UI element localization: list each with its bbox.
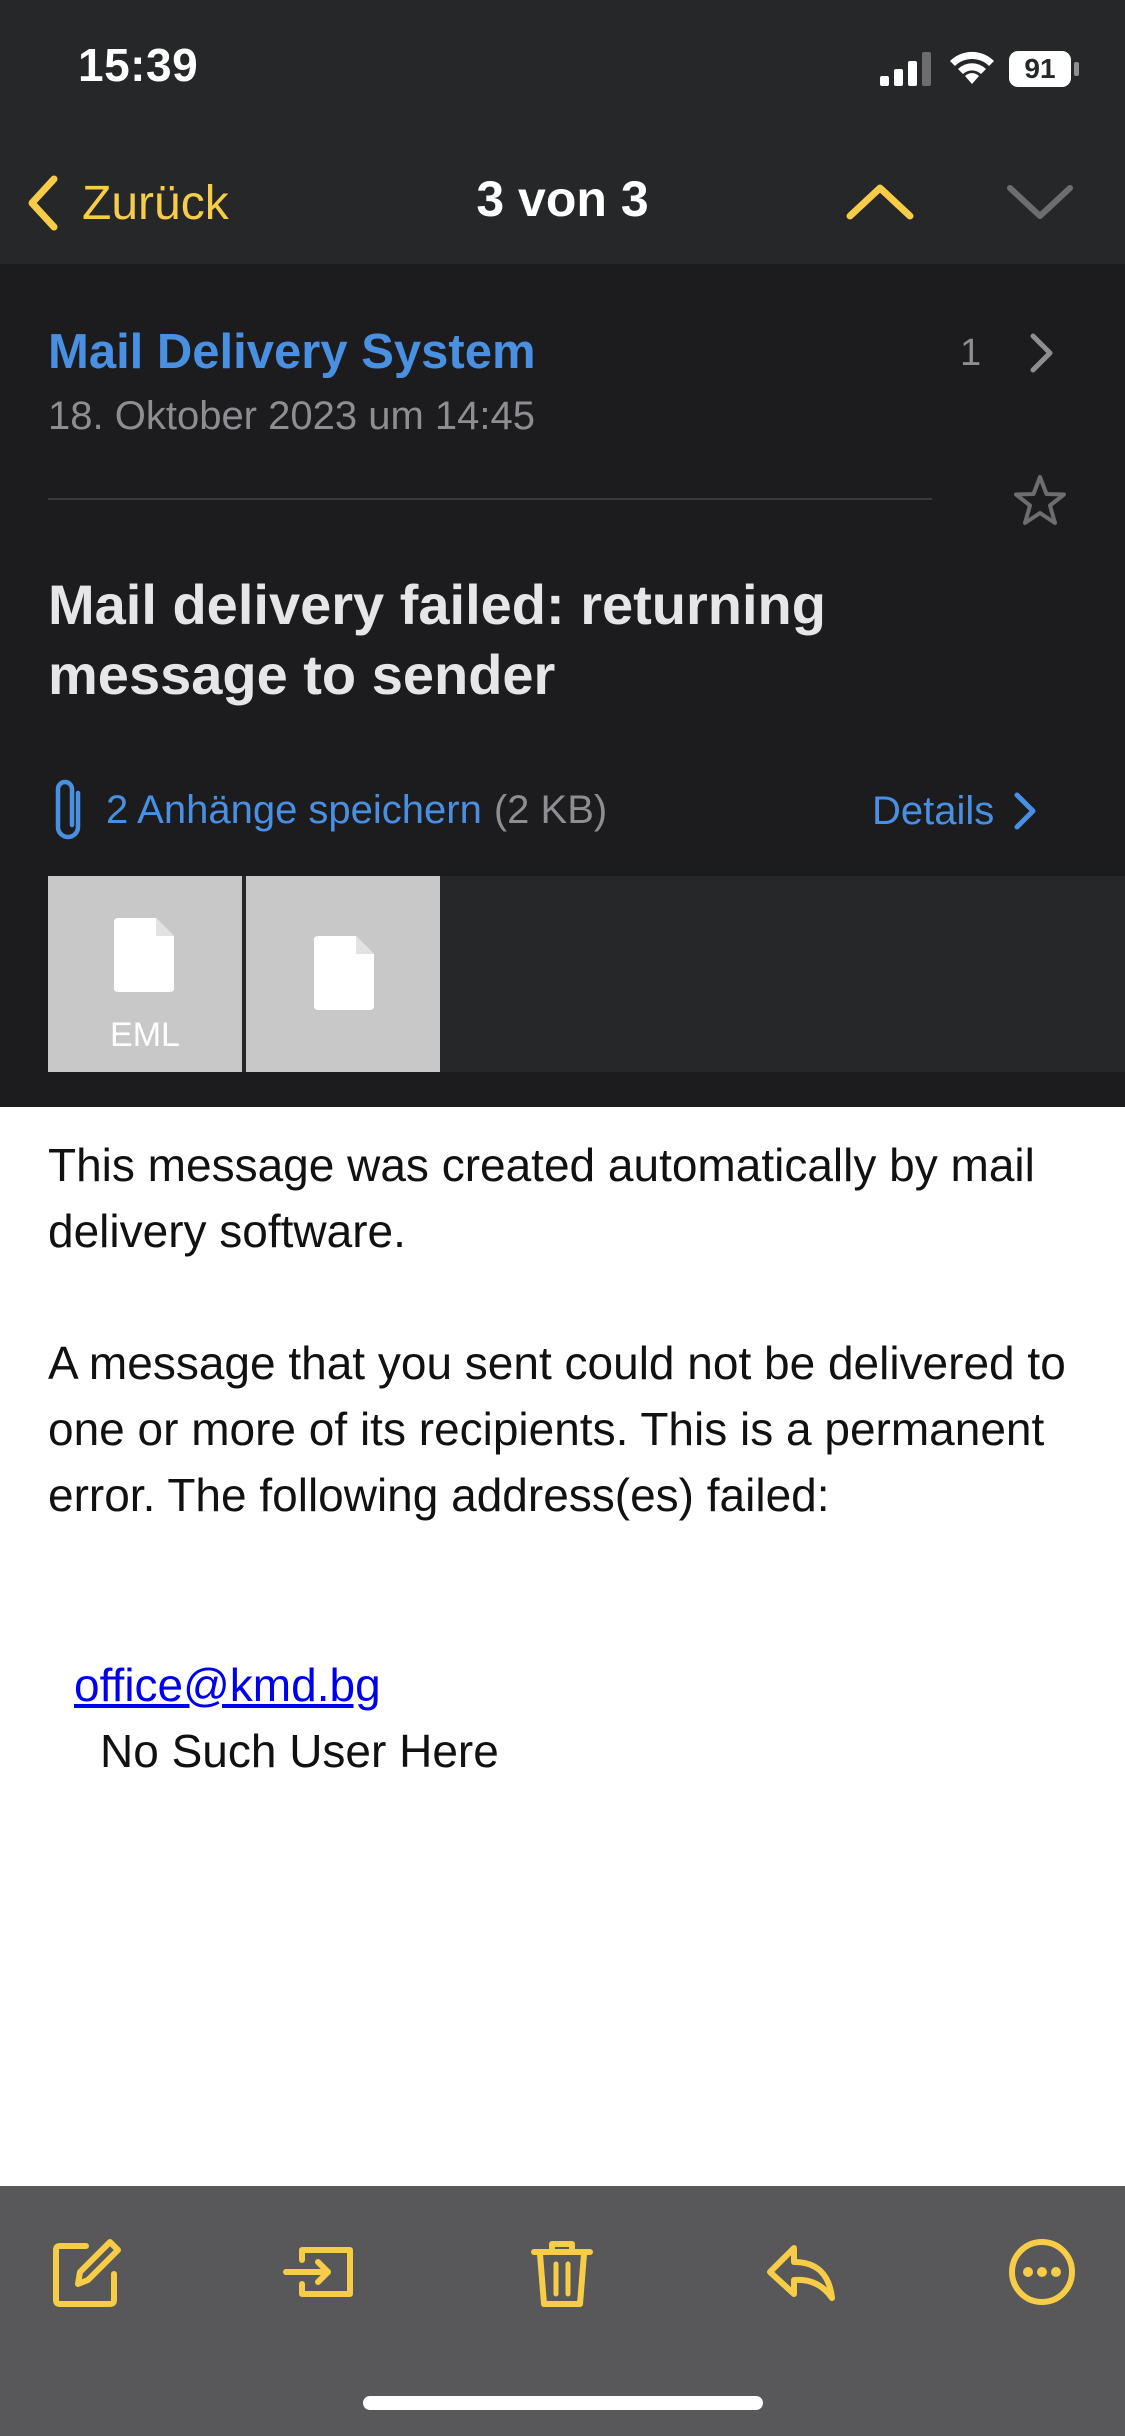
wifi-icon (950, 51, 994, 84)
home-indicator[interactable] (363, 2396, 763, 2410)
compose-icon[interactable] (48, 2232, 128, 2312)
body-paragraph: A message that you sent could not be del… (48, 1337, 1066, 1521)
trash-icon[interactable] (522, 2232, 602, 2312)
battery-percent: 91 (1024, 53, 1056, 84)
document-icon (114, 918, 174, 992)
message-date: 18. Oktober 2023 um 14:45 (48, 394, 535, 438)
attachment-type-label: EML (110, 1016, 180, 1054)
chevron-right-icon (1014, 792, 1036, 830)
more-icon[interactable] (1002, 2232, 1082, 2312)
attachment-thumbnail-eml[interactable]: EML (48, 876, 242, 1072)
attachment-thumbnails: EML (48, 876, 1125, 1072)
failed-address-link[interactable]: office@kmd.bg (74, 1658, 381, 1712)
message-subject: Mail delivery failed: returning message … (48, 573, 826, 706)
message-body: This message was created automatically b… (48, 1132, 1088, 1528)
previous-message-button[interactable] (844, 170, 916, 234)
body-paragraph: This message was created automatically b… (48, 1139, 1035, 1257)
thread-count[interactable]: 1 (960, 332, 981, 375)
sender-name[interactable]: Mail Delivery System (48, 324, 536, 380)
attachments-label: 2 Anhänge speichern (106, 787, 482, 832)
battery-indicator: 91 (1008, 50, 1080, 88)
navigation-bar: 3 von 3 Zurück (0, 140, 1125, 264)
save-attachments-button[interactable]: 2 Anhänge speichern (2 KB) (48, 770, 607, 850)
reply-icon[interactable] (762, 2232, 842, 2312)
next-message-button[interactable] (1004, 170, 1076, 234)
attachments-size: (2 KB) (493, 787, 608, 832)
cellular-signal-icon (880, 52, 931, 86)
details-label: Details (872, 788, 995, 833)
paperclip-icon (55, 779, 81, 840)
chevron-left-icon (28, 175, 58, 231)
header-divider (48, 498, 932, 500)
message-header: Mail Delivery System 18. Oktober 2023 um… (0, 264, 1125, 1107)
back-button[interactable]: Zurück (24, 168, 229, 238)
document-icon (314, 936, 374, 1010)
chevron-right-icon[interactable] (1024, 330, 1058, 376)
status-bar: 15:39 91 (0, 0, 1125, 140)
star-icon[interactable] (1010, 472, 1070, 532)
details-button[interactable]: Details (872, 776, 1040, 846)
attachment-thumbnail-file[interactable] (246, 876, 440, 1072)
move-to-folder-icon[interactable] (280, 2232, 360, 2312)
error-message: No Such User Here (100, 1725, 499, 1777)
back-label: Zurück (82, 176, 229, 230)
status-time: 15:39 (78, 39, 199, 91)
